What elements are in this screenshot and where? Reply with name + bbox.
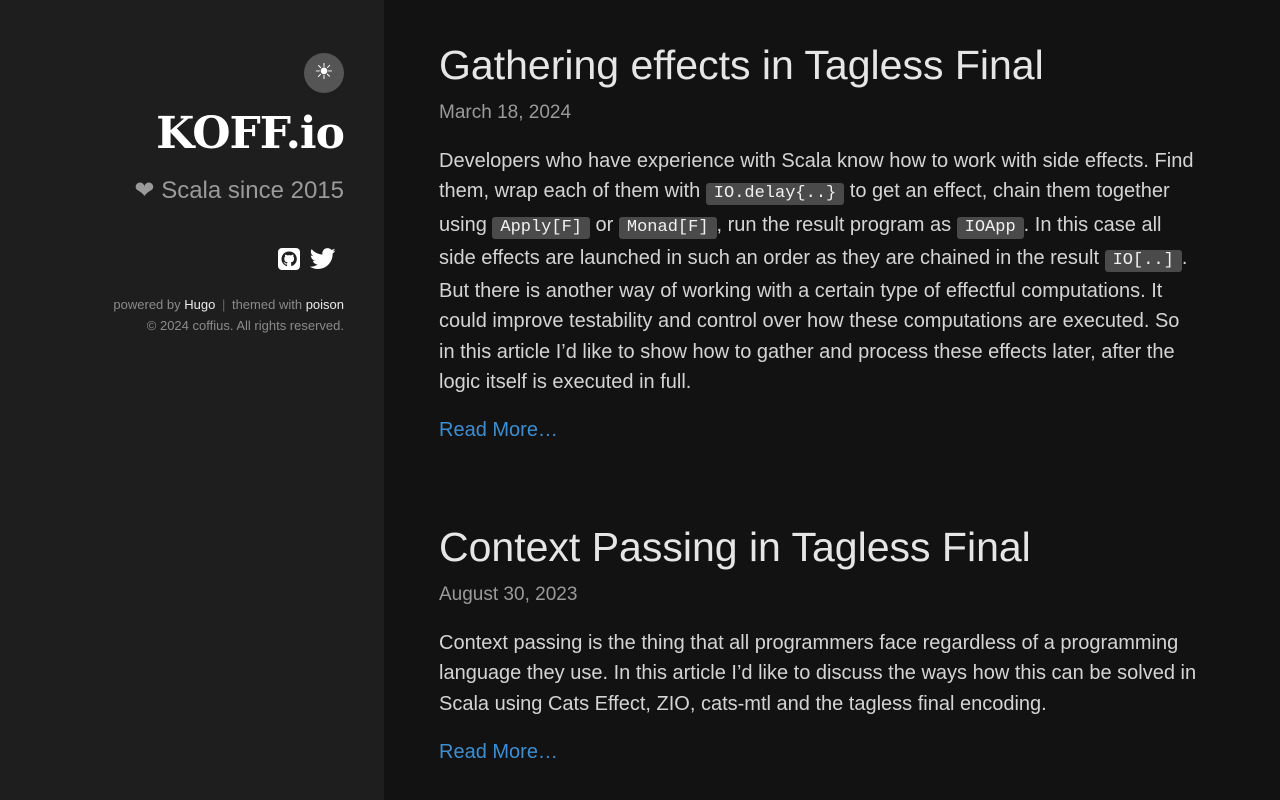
read-more-link[interactable]: Read More… xyxy=(439,419,558,442)
hugo-link[interactable]: Hugo xyxy=(184,297,215,312)
themed-with-text: themed with xyxy=(231,297,303,312)
poison-link[interactable]: poison xyxy=(306,297,344,312)
theme-toggle-button[interactable]: ☀ xyxy=(304,53,344,93)
post-title[interactable]: Context Passing in Tagless Final xyxy=(439,522,1199,572)
code-snippet: IO.delay{..} xyxy=(705,183,845,206)
twitter-link[interactable] xyxy=(310,248,336,270)
github-icon xyxy=(278,248,300,270)
footer-separator: | xyxy=(221,297,226,312)
code-snippet: Apply[F] xyxy=(492,216,590,239)
summary-text: or xyxy=(590,213,619,236)
sun-icon: ☀ xyxy=(314,60,334,85)
code-snippet: Monad[F] xyxy=(618,216,717,239)
post-summary: Developers who have experience with Scal… xyxy=(439,146,1199,397)
post-card: Context Passing in Tagless Final August … xyxy=(439,522,1199,764)
github-link[interactable] xyxy=(278,248,300,270)
post-title[interactable]: Gathering effects in Tagless Final xyxy=(439,40,1199,90)
code-snippet: IOApp xyxy=(956,216,1024,239)
code-snippet: IO[..] xyxy=(1104,249,1182,272)
summary-text: , run the result program as xyxy=(716,213,957,236)
read-more-link[interactable]: Read More… xyxy=(439,741,558,764)
site-title[interactable]: KOFF.io xyxy=(156,108,345,159)
sidebar-footer: powered by Hugo | themed with poison © 2… xyxy=(113,294,344,336)
post-card: Gathering effects in Tagless Final March… xyxy=(439,40,1199,442)
twitter-icon xyxy=(310,248,336,269)
sidebar: ☀ KOFF.io ❤ Scala since 2015 powered by … xyxy=(0,0,384,800)
social-links xyxy=(278,248,336,270)
post-date: August 30, 2023 xyxy=(439,584,578,605)
copyright: © 2024 coffius. All rights reserved. xyxy=(146,318,344,333)
powered-by-text: powered by xyxy=(113,297,181,312)
site-tagline: ❤ Scala since 2015 xyxy=(134,177,344,204)
post-date: March 18, 2024 xyxy=(439,102,572,123)
post-summary: Context passing is the thing that all pr… xyxy=(439,632,1197,715)
powered-by-line: powered by Hugo | themed with poison xyxy=(113,294,344,315)
